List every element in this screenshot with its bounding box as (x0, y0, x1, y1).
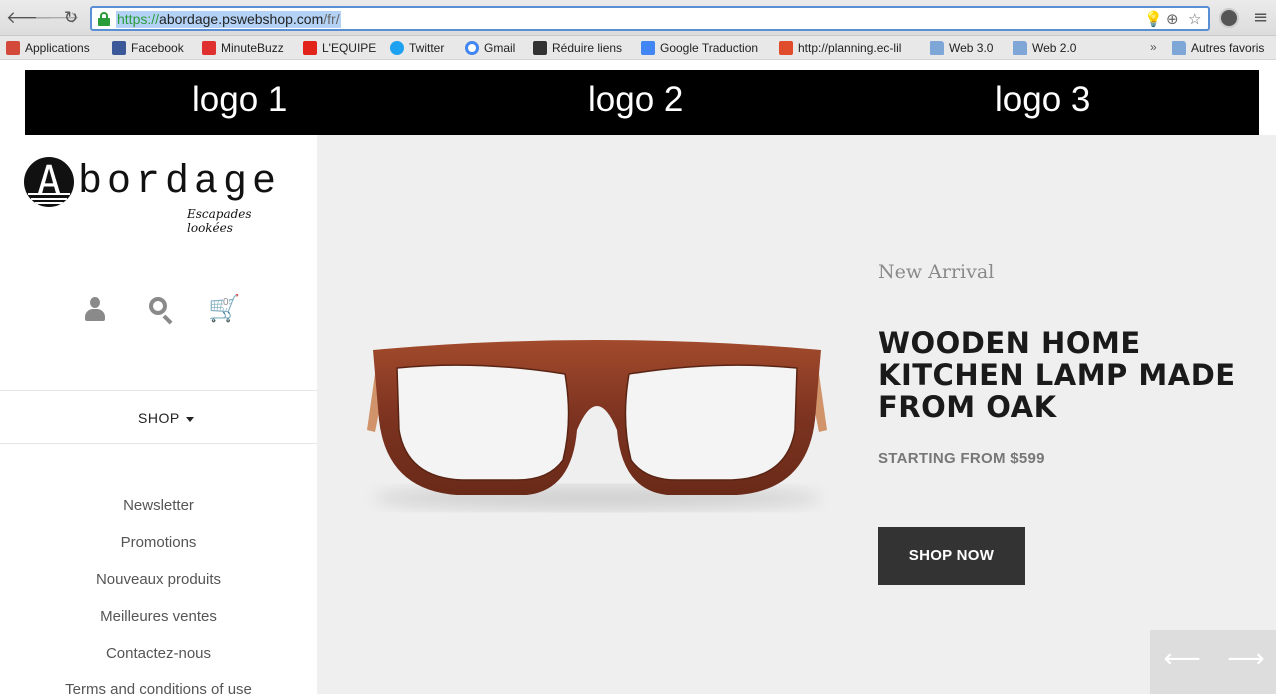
user-actions: 🛒 0 (80, 295, 260, 325)
logo-1[interactable]: logo 1 (192, 80, 287, 120)
zoom-icon[interactable]: ⊕ (1166, 10, 1179, 28)
facebook-icon (112, 41, 126, 55)
brand-letter: A (36, 158, 62, 204)
sidebar: A bordage Escapades lookées 🛒 0 SHOP New… (0, 135, 317, 698)
bookmark-twitter[interactable]: Twitter (390, 40, 444, 56)
translate-icon (641, 41, 655, 55)
lequipe-icon (303, 41, 317, 55)
forward-icon[interactable]: 🡒 (34, 9, 80, 27)
minutebuzz-icon (202, 41, 216, 55)
wave-line (35, 202, 63, 204)
account-icon[interactable] (83, 295, 107, 323)
url-path: /fr/ (323, 11, 340, 27)
caret-down-icon (186, 417, 194, 422)
browser-menu-icon[interactable]: ≡ (1253, 7, 1268, 28)
logo-2[interactable]: logo 2 (588, 80, 683, 120)
lock-icon (98, 12, 110, 26)
hero-slider: New Arrival Wooden Home Kitchen Lamp Mad… (317, 135, 1276, 694)
shop-label: SHOP (138, 410, 180, 426)
bookmark-facebook[interactable]: Facebook (112, 40, 184, 56)
brand-tagline: Escapades lookées (187, 207, 252, 235)
bookmark-applications[interactable]: Applications (6, 40, 90, 56)
brand-logo[interactable]: A bordage Escapades lookées (24, 157, 294, 235)
bookmark-reduire-liens[interactable]: Réduire liens (533, 40, 622, 56)
url-host: abordage.pswebshop.com (159, 11, 324, 27)
folder-icon (1172, 41, 1186, 55)
slider-navigation: ⟵ ⟶ (1150, 630, 1276, 694)
bookmark-label: Gmail (484, 41, 516, 55)
bookmark-lequipe[interactable]: L'EQUIPE (303, 40, 376, 56)
bookmark-label: Twitter (409, 41, 445, 55)
brand-emblem: A (24, 157, 74, 207)
bookmark-label: MinuteBuzz (221, 41, 284, 55)
sidebar-link-newsletter[interactable]: Newsletter (0, 497, 317, 514)
url-scheme: https:// (117, 11, 160, 27)
wave-line (28, 193, 70, 195)
bookmark-star-icon[interactable]: ☆ (1188, 10, 1201, 28)
folder-icon (930, 41, 944, 55)
bookmarks-bar: Applications Facebook MinuteBuzz L'EQUIP… (0, 36, 1276, 60)
bookmark-folder-web3[interactable]: Web 3.0 (930, 40, 993, 56)
hero-price: STARTING FROM $599 (878, 450, 1045, 467)
hero-title: Wooden Home Kitchen Lamp Made From Oak (878, 326, 1236, 424)
sidebar-link-contact[interactable]: Contactez-nous (0, 645, 317, 662)
bookmark-minutebuzz[interactable]: MinuteBuzz (202, 40, 284, 56)
logo-3[interactable]: logo 3 (995, 80, 1090, 120)
bookmark-label: Web 2.0 (1032, 41, 1077, 55)
bookmark-planning[interactable]: http://planning.ec-lil (779, 40, 911, 56)
logo-banner: logo 1 logo 2 logo 3 (25, 70, 1259, 135)
bookmark-label: L'EQUIPE (322, 41, 377, 55)
back-icon[interactable]: 🡐 (6, 9, 52, 27)
apps-icon (6, 41, 20, 55)
lightbulb-icon[interactable]: 💡 (1144, 10, 1163, 28)
more-bookmarks-icon[interactable]: » (1150, 40, 1157, 54)
browser-toolbar: 🡐 🡒 ↻ https://abordage.pswebshop.com/fr/… (0, 0, 1276, 36)
sidebar-link-promotions[interactable]: Promotions (0, 534, 317, 551)
prev-slide-icon[interactable]: ⟵ (1162, 644, 1202, 674)
link-shortener-icon (533, 41, 547, 55)
sidebar-link-terms[interactable]: Terms and conditions of use (0, 681, 317, 698)
sidebar-link-best-sellers[interactable]: Meilleures ventes (0, 608, 317, 625)
bookmark-folder-web2[interactable]: Web 2.0 (1013, 40, 1076, 56)
sidebar-link-new-products[interactable]: Nouveaux produits (0, 571, 317, 588)
glasses-product-image (367, 340, 827, 510)
twitter-icon (390, 41, 404, 55)
google-icon (465, 41, 479, 55)
url-text[interactable]: https://abordage.pswebshop.com/fr/ (116, 11, 341, 28)
bookmark-label: Google Traduction (660, 41, 759, 55)
bookmark-label: Facebook (131, 41, 184, 55)
wave-line (31, 198, 67, 200)
bookmark-label: http://planning.ec-lil (798, 41, 902, 55)
bookmark-gmail[interactable]: Gmail (465, 40, 515, 56)
address-bar[interactable]: https://abordage.pswebshop.com/fr/ 💡 ⊕ ☆ (90, 6, 1210, 31)
extension-icon[interactable] (1219, 8, 1239, 28)
shop-menu-toggle[interactable]: SHOP (0, 390, 317, 444)
reload-icon[interactable]: ↻ (62, 9, 80, 27)
bookmark-label: Réduire liens (552, 41, 623, 55)
hero-subtitle: New Arrival (878, 261, 995, 283)
planning-icon (779, 41, 793, 55)
bookmark-label: Autres favoris (1191, 41, 1265, 55)
bookmark-other-folder[interactable]: Autres favoris (1172, 40, 1264, 56)
search-icon[interactable] (148, 295, 174, 325)
bookmark-google-traduction[interactable]: Google Traduction (641, 40, 758, 56)
shop-now-button[interactable]: SHOP NOW (878, 527, 1025, 585)
next-slide-icon[interactable]: ⟶ (1226, 644, 1266, 674)
bookmark-label: Web 3.0 (949, 41, 994, 55)
folder-icon (1013, 41, 1027, 55)
cart-icon[interactable]: 🛒 (208, 295, 240, 323)
cart-count-badge: 0 (223, 297, 229, 308)
brand-name: bordage (78, 160, 282, 205)
bookmark-label: Applications (25, 41, 90, 55)
